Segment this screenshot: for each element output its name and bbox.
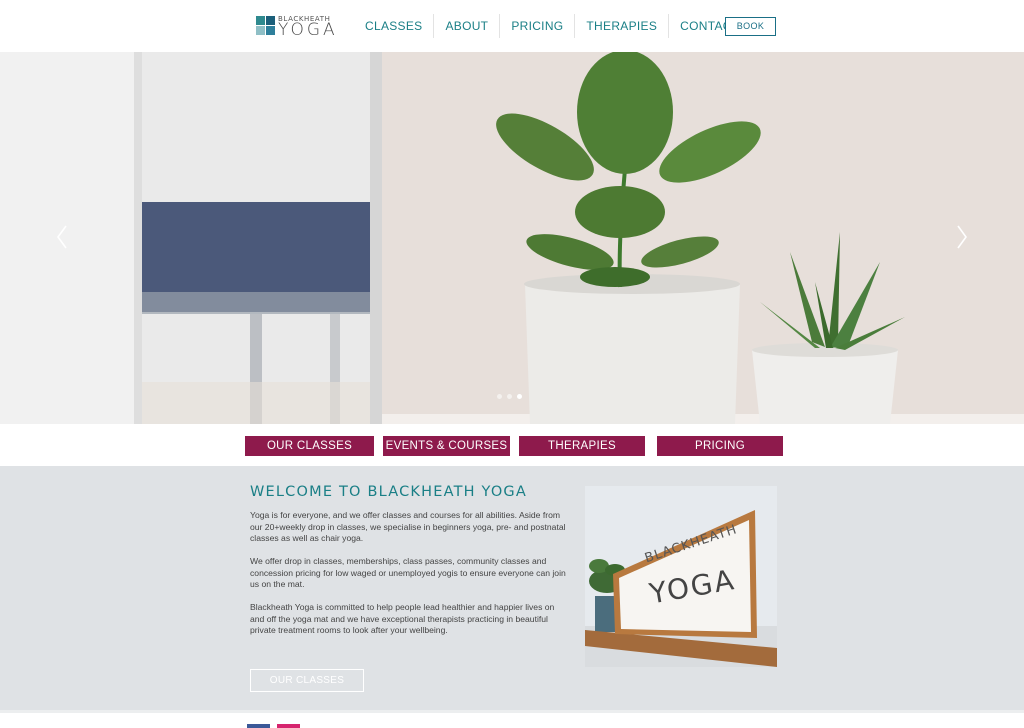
welcome-paragraph-3: Blackheath Yoga is committed to help peo… <box>250 602 555 635</box>
welcome-title: WELCOME TO BLACKHEATH YOGA <box>250 484 527 500</box>
welcome-paragraph-2: We offer drop in classes, memberships, c… <box>250 556 566 589</box>
footer <box>0 710 1024 728</box>
our-classes-button[interactable]: OUR CLASSES <box>245 436 374 456</box>
nav-classes[interactable]: CLASSES <box>354 14 435 38</box>
hero-slider <box>0 52 1024 424</box>
welcome-paragraph-1: Yoga is for everyone, and we offer class… <box>250 510 566 543</box>
slider-next-button[interactable] <box>952 222 972 252</box>
nav-therapies[interactable]: THERAPIES <box>575 14 670 38</box>
logo-big-text: YOGA <box>278 20 338 40</box>
facebook-icon[interactable] <box>247 724 270 728</box>
welcome-section: WELCOME TO BLACKHEATH YOGA Yoga is for e… <box>0 466 1024 710</box>
nav-pricing[interactable]: PRICING <box>500 14 576 38</box>
main-nav: CLASSES ABOUT PRICING THERAPIES CONTACT <box>354 14 750 38</box>
site-logo[interactable]: BLACKHEATH YOGA <box>256 14 338 40</box>
studio-sign-photo: BLACKHEATH YOGA <box>585 486 777 667</box>
book-button[interactable]: BOOK <box>725 17 776 36</box>
slider-dot-1[interactable] <box>497 394 502 399</box>
pricing-button[interactable]: PRICING <box>657 436 783 456</box>
welcome-our-classes-button[interactable]: OUR CLASSES <box>250 669 364 692</box>
slider-prev-button[interactable] <box>52 222 72 252</box>
slider-dot-3[interactable] <box>517 394 522 399</box>
section-buttons: OUR CLASSES EVENTS & COURSES THERAPIES P… <box>0 424 1024 466</box>
chevron-right-icon <box>957 225 967 249</box>
hero-image <box>0 52 1024 424</box>
nav-about[interactable]: ABOUT <box>434 14 501 38</box>
logo-mark-icon <box>256 16 276 36</box>
slider-dot-2[interactable] <box>507 394 512 399</box>
chevron-left-icon <box>57 225 67 249</box>
therapies-button[interactable]: THERAPIES <box>519 436 645 456</box>
events-courses-button[interactable]: EVENTS & COURSES <box>383 436 510 456</box>
slider-dots <box>497 394 522 399</box>
site-header: BLACKHEATH YOGA CLASSES ABOUT PRICING TH… <box>0 0 1024 52</box>
instagram-icon[interactable] <box>277 724 300 728</box>
